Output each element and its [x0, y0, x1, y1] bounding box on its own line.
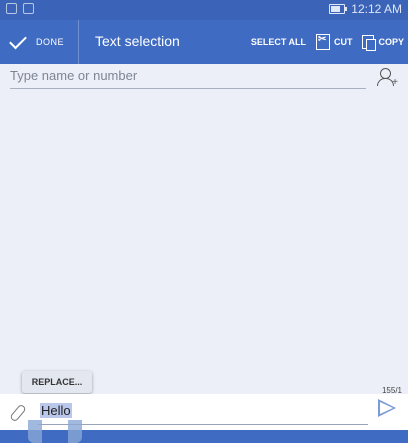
battery-icon [329, 4, 348, 14]
recipient-field[interactable]: Type name or number [10, 64, 366, 89]
status-time: 12:12 AM [351, 2, 402, 16]
replace-label: REPLACE... [31, 377, 83, 387]
cut-label: CUT [333, 37, 353, 47]
done-button[interactable]: DONE [9, 20, 80, 64]
message-text[interactable]: Hello [40, 403, 72, 418]
copy-button[interactable]: COPY [362, 35, 404, 51]
action-bar-actions: SELECT ALL CUT COPY [251, 20, 404, 64]
status-right: 12:12 AM [329, 2, 402, 16]
copy-label: COPY [378, 37, 404, 47]
action-bar-title: Text selection [95, 33, 180, 49]
select-all-label: SELECT ALL [250, 37, 306, 47]
action-bar: DONE Text selection SELECT ALL CUT COPY [0, 20, 408, 64]
check-icon [9, 31, 27, 49]
send-icon[interactable] [378, 399, 396, 417]
notification-icon [6, 3, 17, 14]
recipient-placeholder: Type name or number [10, 68, 138, 83]
navigation-bar [0, 430, 408, 443]
done-label: DONE [36, 37, 65, 47]
copy-icon [362, 35, 377, 51]
add-contact-icon[interactable]: + [376, 66, 398, 88]
selection-handle-left[interactable] [28, 420, 42, 443]
attach-icon[interactable] [9, 403, 27, 423]
replace-button[interactable]: REPLACE... [22, 371, 92, 393]
notification-icon [23, 3, 34, 14]
message-input[interactable]: Hello [38, 400, 368, 425]
status-bar: 12:12 AM [0, 0, 408, 20]
selection-handle-right[interactable] [68, 420, 82, 443]
notification-icons [6, 3, 34, 14]
cut-button[interactable]: CUT [315, 34, 353, 50]
select-all-button[interactable]: SELECT ALL [251, 37, 306, 47]
cut-icon [315, 34, 330, 50]
